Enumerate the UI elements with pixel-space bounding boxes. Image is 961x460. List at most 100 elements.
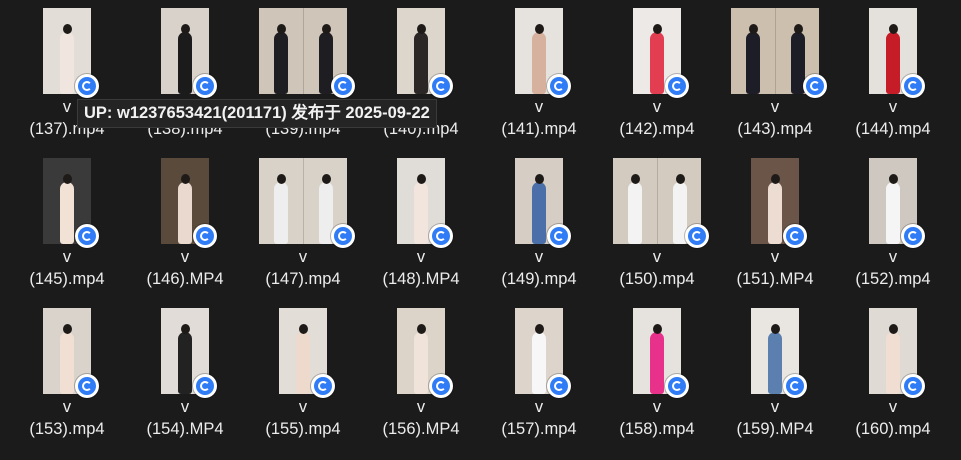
file-item[interactable]: v (146).MP4: [126, 150, 244, 300]
file-item[interactable]: v (152).mp4: [834, 150, 952, 300]
player-app-icon: [901, 374, 925, 398]
player-app-icon: [901, 74, 925, 98]
file-name-line2: (142).mp4: [619, 120, 695, 138]
player-app-icon: [429, 74, 453, 98]
file-name-line2: (144).mp4: [855, 120, 931, 138]
tooltip: UP: w1237653421(201171) 发布于 2025-09-22: [77, 99, 437, 128]
player-app-icon: [331, 74, 355, 98]
file-name-line2: (150).mp4: [619, 270, 695, 288]
file-item[interactable]: v (153).mp4: [8, 300, 126, 450]
file-item[interactable]: v (160).mp4: [834, 300, 952, 450]
file-item[interactable]: v (147).mp4: [244, 150, 362, 300]
file-name: v (155).mp4: [244, 396, 362, 440]
file-item[interactable]: v (150).mp4: [598, 150, 716, 300]
file-item[interactable]: v (157).mp4: [480, 300, 598, 450]
file-name-line1: v: [416, 248, 426, 266]
file-name-line1: v: [180, 398, 190, 416]
file-name-line2: (141).mp4: [501, 120, 577, 138]
player-app-icon: [547, 374, 571, 398]
file-name: v (157).mp4: [480, 396, 598, 440]
file-item[interactable]: v (144).mp4: [834, 0, 952, 150]
file-name-line1: v: [888, 98, 898, 116]
file-name-line2: (153).mp4: [29, 420, 105, 438]
file-name-line1: v: [534, 398, 544, 416]
file-name-line2: (151).MP4: [736, 270, 814, 288]
file-name-line1: v: [534, 248, 544, 266]
file-item[interactable]: v (158).mp4: [598, 300, 716, 450]
file-item[interactable]: v (159).MP4: [716, 300, 834, 450]
file-name: v (144).mp4: [834, 96, 952, 140]
file-name: v (160).mp4: [834, 396, 952, 440]
file-item[interactable]: v (154).MP4: [126, 300, 244, 450]
file-name-line2: (152).mp4: [855, 270, 931, 288]
file-name: v (151).MP4: [716, 246, 834, 290]
file-name-line1: v: [770, 98, 780, 116]
file-name-line1: v: [180, 248, 190, 266]
file-item[interactable]: v (156).MP4: [362, 300, 480, 450]
player-app-icon: [665, 374, 689, 398]
file-name: v (152).mp4: [834, 246, 952, 290]
file-item[interactable]: v (141).mp4: [480, 0, 598, 150]
file-name-line2: (160).mp4: [855, 420, 931, 438]
file-name-line2: (158).mp4: [619, 420, 695, 438]
file-name: v (156).MP4: [362, 396, 480, 440]
file-item[interactable]: v (149).mp4: [480, 150, 598, 300]
file-item[interactable]: v (142).mp4: [598, 0, 716, 150]
file-name-line1: v: [298, 398, 308, 416]
file-item[interactable]: v (151).MP4: [716, 150, 834, 300]
file-name-line1: v: [888, 398, 898, 416]
file-name-line1: v: [888, 248, 898, 266]
file-item[interactable]: v (143).mp4: [716, 0, 834, 150]
file-name-line2: (156).MP4: [382, 420, 460, 438]
file-name-line1: v: [770, 398, 780, 416]
file-name-line2: (147).mp4: [265, 270, 341, 288]
file-name-line2: (159).MP4: [736, 420, 814, 438]
player-app-icon: [901, 224, 925, 248]
file-item[interactable]: v (148).MP4: [362, 150, 480, 300]
player-app-icon: [193, 374, 217, 398]
player-app-icon: [429, 374, 453, 398]
file-name-line2: (148).MP4: [382, 270, 460, 288]
file-grid: v(137).mp4v(138).mp4v(139).mp4v(140).mp4…: [0, 0, 961, 460]
file-name: v (149).mp4: [480, 246, 598, 290]
player-app-icon: [311, 374, 335, 398]
file-name-line1: v: [534, 98, 544, 116]
file-name: v (141).mp4: [480, 96, 598, 140]
file-name-line1: v: [62, 248, 72, 266]
file-name-line2: (149).mp4: [501, 270, 577, 288]
file-name-line2: (155).mp4: [265, 420, 341, 438]
file-name: v (145).mp4: [8, 246, 126, 290]
player-app-icon: [193, 224, 217, 248]
file-name-line1: v: [652, 98, 662, 116]
file-item[interactable]: v (155).mp4: [244, 300, 362, 450]
file-name: v (153).mp4: [8, 396, 126, 440]
player-app-icon: [547, 224, 571, 248]
file-name-line1: v: [62, 398, 72, 416]
file-name-line2: (146).MP4: [146, 270, 224, 288]
player-app-icon: [75, 374, 99, 398]
file-name: v (158).mp4: [598, 396, 716, 440]
file-name: v (148).MP4: [362, 246, 480, 290]
player-app-icon: [803, 74, 827, 98]
file-item[interactable]: v (145).mp4: [8, 150, 126, 300]
player-app-icon: [75, 74, 99, 98]
player-app-icon: [685, 224, 709, 248]
file-name: v (143).mp4: [716, 96, 834, 140]
file-name: v (147).mp4: [244, 246, 362, 290]
file-name-line1: v: [416, 398, 426, 416]
file-name-line2: (145).mp4: [29, 270, 105, 288]
file-name-line1: v: [652, 248, 662, 266]
file-name: v (142).mp4: [598, 96, 716, 140]
player-app-icon: [783, 374, 807, 398]
file-name: v (159).MP4: [716, 396, 834, 440]
file-name: v (150).mp4: [598, 246, 716, 290]
file-name-line1: v: [770, 248, 780, 266]
file-name-line1: v: [652, 398, 662, 416]
player-app-icon: [429, 224, 453, 248]
player-app-icon: [331, 224, 355, 248]
file-name-line2: (143).mp4: [737, 120, 813, 138]
file-name-line1: v: [298, 248, 308, 266]
file-name: v (154).MP4: [126, 396, 244, 440]
player-app-icon: [193, 74, 217, 98]
tooltip-text: UP: w1237653421(201171) 发布于 2025-09-22: [84, 104, 430, 122]
